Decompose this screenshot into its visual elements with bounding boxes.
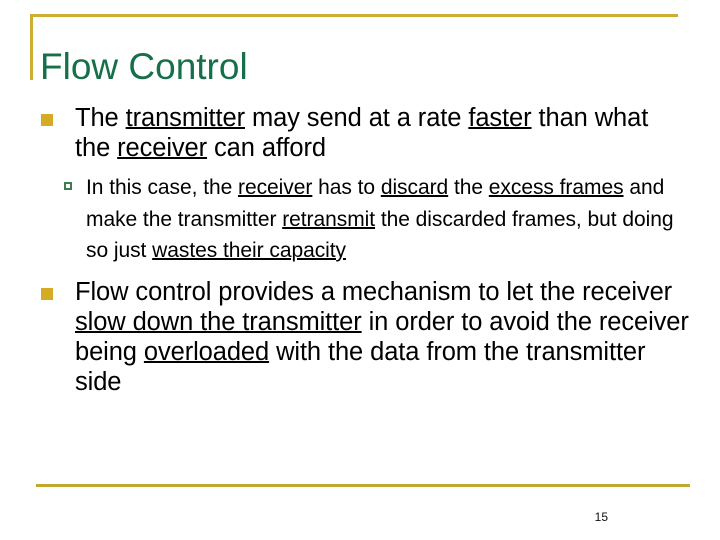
title-top-rule: [30, 14, 678, 17]
filled-square-bullet-icon: [41, 287, 53, 300]
sub-bullet-group: In this case, the receiver has to discar…: [30, 172, 690, 267]
bullet-item-1: The transmitter may send at a rate faste…: [30, 103, 690, 163]
footer-rule: [36, 484, 690, 487]
title-left-rule: [30, 14, 33, 80]
hollow-square-bullet-icon: [64, 182, 72, 190]
slide-title: Flow Control: [40, 45, 248, 87]
filled-square-bullet-icon: [41, 114, 53, 126]
bullet-item-2-text: In this case, the receiver has to discar…: [86, 176, 674, 262]
bullet-item-2: In this case, the receiver has to discar…: [30, 172, 690, 267]
slide-body: The transmitter may send at a rate faste…: [30, 103, 690, 401]
bullet-item-1-text: The transmitter may send at a rate faste…: [75, 104, 649, 162]
bullet-item-3-text: Flow control provides a mechanism to let…: [75, 277, 689, 396]
slide-canvas: Flow Control The transmitter may send at…: [0, 0, 720, 540]
bullet-item-3: Flow control provides a mechanism to let…: [30, 277, 690, 397]
page-number: 15: [594, 510, 608, 524]
